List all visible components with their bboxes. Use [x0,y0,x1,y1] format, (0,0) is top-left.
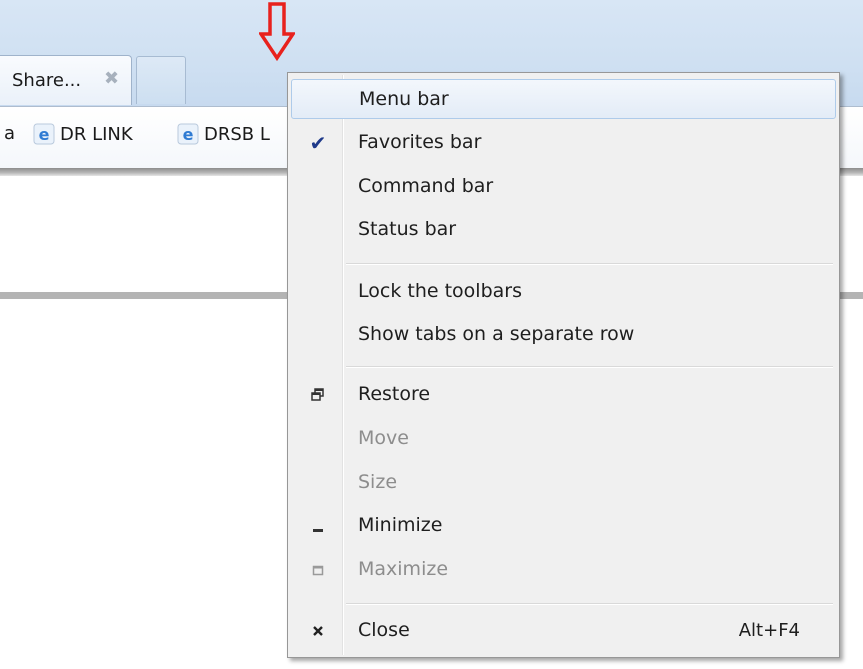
menu-item-label: Status bar [358,218,457,240]
tab-label: Share... [12,70,82,91]
favorite-item[interactable]: a [4,123,15,144]
menu-item-label: Lock the toolbars [358,280,522,302]
menu-separator [346,263,833,265]
restore-icon [305,382,331,408]
ie-icon: e [177,123,199,145]
menu-item-label: Show tabs on a separate row [358,323,635,345]
favorite-dr-link[interactable]: e DR LINK [33,123,133,145]
menu-item-label: Favorites bar [358,131,482,153]
minimize-icon [305,513,331,539]
menu-item-size[interactable]: Size [291,463,836,503]
svg-text:e: e [39,125,50,144]
shortcut-label: Alt+F4 [738,620,800,641]
favorite-label: DRSB L [204,123,270,145]
menu-item-label: Close [358,619,410,641]
toolbar-context-menu: Menu bar ✔ Favorites bar Command bar Sta… [287,72,840,658]
menu-item-label: Minimize [358,514,443,536]
menu-item-move[interactable]: Move [291,419,836,459]
close-icon [305,618,331,644]
favorite-label: a [4,123,16,144]
favorite-drsb[interactable]: e DRSB L [177,123,270,145]
menu-item-menu-bar[interactable]: Menu bar [291,79,836,119]
new-tab-button[interactable] [136,56,186,104]
menu-item-close[interactable]: Close Alt+F4 [291,611,836,651]
tab-share[interactable]: Share... ✖ [0,55,132,105]
svg-text:e: e [183,125,194,144]
maximize-icon [305,557,331,583]
menu-item-label: Menu bar [359,88,449,110]
menu-item-label: Size [358,471,398,493]
menu-item-maximize[interactable]: Maximize [291,550,836,590]
favorite-label: DR LINK [60,123,133,145]
menu-item-restore[interactable]: Restore [291,375,836,415]
menu-item-label: Move [358,427,409,449]
menu-item-label: Restore [358,383,431,405]
red-down-arrow-icon [259,2,295,62]
menu-item-favorites-bar[interactable]: ✔ Favorites bar [291,123,836,163]
menu-item-label: Maximize [358,558,449,580]
menu-separator [346,603,833,605]
menu-item-status-bar[interactable]: Status bar [291,210,836,250]
menu-separator [346,366,833,368]
menu-item-lock-toolbars[interactable]: Lock the toolbars [291,272,836,312]
tab-close-icon[interactable]: ✖ [104,68,119,89]
menu-item-command-bar[interactable]: Command bar [291,167,836,207]
menu-item-label: Command bar [358,175,494,197]
checkmark-icon: ✔ [309,131,327,155]
menu-item-minimize[interactable]: Minimize [291,506,836,546]
ie-icon: e [33,123,55,145]
menu-item-show-tabs-separate-row[interactable]: Show tabs on a separate row [291,315,836,355]
